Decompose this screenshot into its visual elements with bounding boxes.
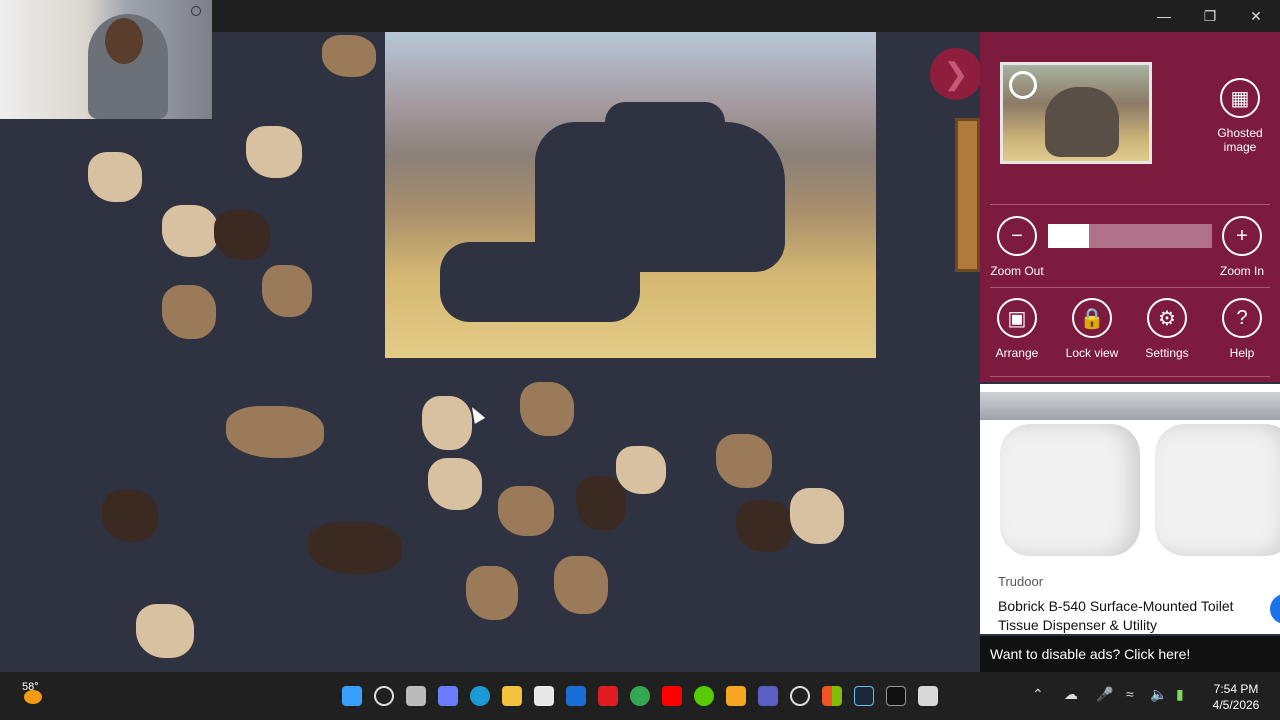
puzzle-piece[interactable] bbox=[736, 500, 792, 552]
puzzle-piece[interactable] bbox=[162, 205, 218, 257]
ad-tissue-roll-image bbox=[1155, 424, 1280, 556]
puzzle-assembled-area[interactable] bbox=[385, 32, 876, 358]
taskbar bbox=[0, 672, 1280, 720]
puzzle-piece[interactable] bbox=[162, 285, 216, 339]
steam-icon[interactable] bbox=[854, 686, 874, 706]
puzzle-piece[interactable] bbox=[88, 152, 142, 202]
windows-icon[interactable] bbox=[822, 686, 842, 706]
weather-temperature[interactable]: 58° bbox=[22, 681, 39, 693]
task-view-icon[interactable] bbox=[406, 686, 426, 706]
speaker-icon[interactable]: 🔈 bbox=[1150, 686, 1167, 703]
youtube-icon[interactable] bbox=[662, 686, 682, 706]
store-icon[interactable] bbox=[534, 686, 554, 706]
puzzle-piece[interactable] bbox=[226, 406, 324, 458]
ad-tissue-roll-image bbox=[1000, 424, 1140, 556]
puzzle-piece[interactable] bbox=[422, 396, 472, 450]
restore-button[interactable]: ❐ bbox=[1187, 0, 1233, 32]
magnifier-icon bbox=[1009, 71, 1037, 99]
file-explorer-icon[interactable] bbox=[502, 686, 522, 706]
puzzle-piece[interactable] bbox=[716, 434, 772, 488]
puzzle-piece[interactable] bbox=[246, 126, 302, 178]
ad-product-title[interactable]: Bobrick B-540 Surface-Mounted Toilet Tis… bbox=[998, 597, 1268, 634]
puzzle-piece[interactable] bbox=[520, 382, 574, 436]
close-button[interactable]: ✕ bbox=[1233, 0, 1279, 32]
record-indicator-icon bbox=[191, 6, 201, 16]
search-icon[interactable] bbox=[374, 686, 394, 706]
chevron-up-icon[interactable]: ⌃ bbox=[1032, 686, 1044, 703]
lock-view-button[interactable]: 🔒 bbox=[1072, 298, 1112, 338]
piece-box-tray[interactable] bbox=[955, 118, 980, 272]
preview-thumbnail[interactable] bbox=[1000, 62, 1152, 164]
microphone-icon[interactable]: 🎤 bbox=[1096, 686, 1113, 703]
battery-icon[interactable]: ▮ bbox=[1176, 686, 1184, 703]
ad-shelf-image bbox=[980, 392, 1280, 420]
puzzle-piece[interactable] bbox=[790, 488, 844, 544]
outlook-icon[interactable] bbox=[566, 686, 586, 706]
puzzle-piece[interactable] bbox=[554, 556, 608, 614]
edge-icon[interactable] bbox=[470, 686, 490, 706]
cloud-icon[interactable]: ☁ bbox=[1064, 686, 1078, 703]
arrange-button[interactable]: ▣ bbox=[997, 298, 1037, 338]
puzzle-piece[interactable] bbox=[262, 265, 312, 317]
clock[interactable]: 7:54 PM 4/5/2026 bbox=[1200, 681, 1272, 713]
puzzle-piece[interactable] bbox=[102, 490, 158, 542]
clock-time: 7:54 PM bbox=[1213, 682, 1259, 696]
toggle-panel-button[interactable]: ❯ bbox=[930, 48, 982, 100]
zoom-out-button[interactable]: − bbox=[997, 216, 1037, 256]
app-dark-icon[interactable] bbox=[886, 686, 906, 706]
lock-view-label: Lock view bbox=[1065, 346, 1119, 360]
puzzle-app-icon[interactable] bbox=[918, 686, 938, 706]
ad-badge-icon[interactable] bbox=[1270, 594, 1280, 624]
disable-ads-link[interactable]: Want to disable ads? Click here! bbox=[980, 636, 1280, 672]
person-head bbox=[105, 18, 143, 64]
duolingo-icon[interactable] bbox=[694, 686, 714, 706]
teams-icon[interactable] bbox=[758, 686, 778, 706]
settings-label: Settings bbox=[1145, 346, 1189, 360]
clock-date: 4/5/2026 bbox=[1212, 698, 1260, 712]
zoom-in-label: Zoom In bbox=[1219, 264, 1264, 278]
elephant-image bbox=[1045, 87, 1119, 157]
divider bbox=[990, 376, 1270, 377]
puzzle-empty-region bbox=[605, 102, 725, 142]
puzzle-piece[interactable] bbox=[214, 210, 270, 260]
wifi-icon[interactable]: ≈ bbox=[1126, 686, 1134, 702]
start-icon[interactable] bbox=[342, 686, 362, 706]
copilot-icon[interactable] bbox=[438, 686, 458, 706]
zoom-in-button[interactable]: + bbox=[1222, 216, 1262, 256]
help-label: Help bbox=[1229, 346, 1255, 360]
app-l-icon[interactable] bbox=[598, 686, 618, 706]
puzzle-piece[interactable] bbox=[428, 458, 482, 510]
badge-icon[interactable] bbox=[726, 686, 746, 706]
puzzle-piece[interactable] bbox=[308, 522, 402, 574]
webcam-overlay bbox=[0, 0, 212, 119]
chrome-icon[interactable] bbox=[630, 686, 650, 706]
ghosted-image-label: Ghosted image bbox=[1217, 126, 1263, 154]
zoom-slider-fill bbox=[1048, 224, 1089, 248]
advertisement[interactable]: Trudoor Bobrick B-540 Surface-Mounted To… bbox=[980, 384, 1280, 634]
chatgpt-icon[interactable] bbox=[790, 686, 810, 706]
puzzle-empty-region bbox=[440, 242, 640, 322]
ad-brand: Trudoor bbox=[998, 574, 1044, 589]
puzzle-piece[interactable] bbox=[498, 486, 554, 536]
puzzle-piece[interactable] bbox=[576, 476, 626, 530]
arrange-label: Arrange bbox=[995, 346, 1039, 360]
zoom-out-label: Zoom Out bbox=[990, 264, 1044, 278]
help-button[interactable]: ? bbox=[1222, 298, 1262, 338]
settings-button[interactable]: ⚙ bbox=[1147, 298, 1187, 338]
minimize-button[interactable]: — bbox=[1141, 0, 1187, 32]
puzzle-piece[interactable] bbox=[616, 446, 666, 494]
zoom-slider[interactable] bbox=[1048, 224, 1212, 248]
puzzle-piece[interactable] bbox=[466, 566, 518, 620]
divider bbox=[990, 287, 1270, 288]
puzzle-piece[interactable] bbox=[136, 604, 194, 658]
ghosted-image-icon[interactable]: ▦ bbox=[1220, 78, 1260, 118]
control-panel: ▦ Ghosted image − Zoom Out + Zoom In ▣ A… bbox=[980, 32, 1280, 382]
divider bbox=[990, 204, 1270, 205]
puzzle-piece[interactable] bbox=[322, 35, 376, 77]
